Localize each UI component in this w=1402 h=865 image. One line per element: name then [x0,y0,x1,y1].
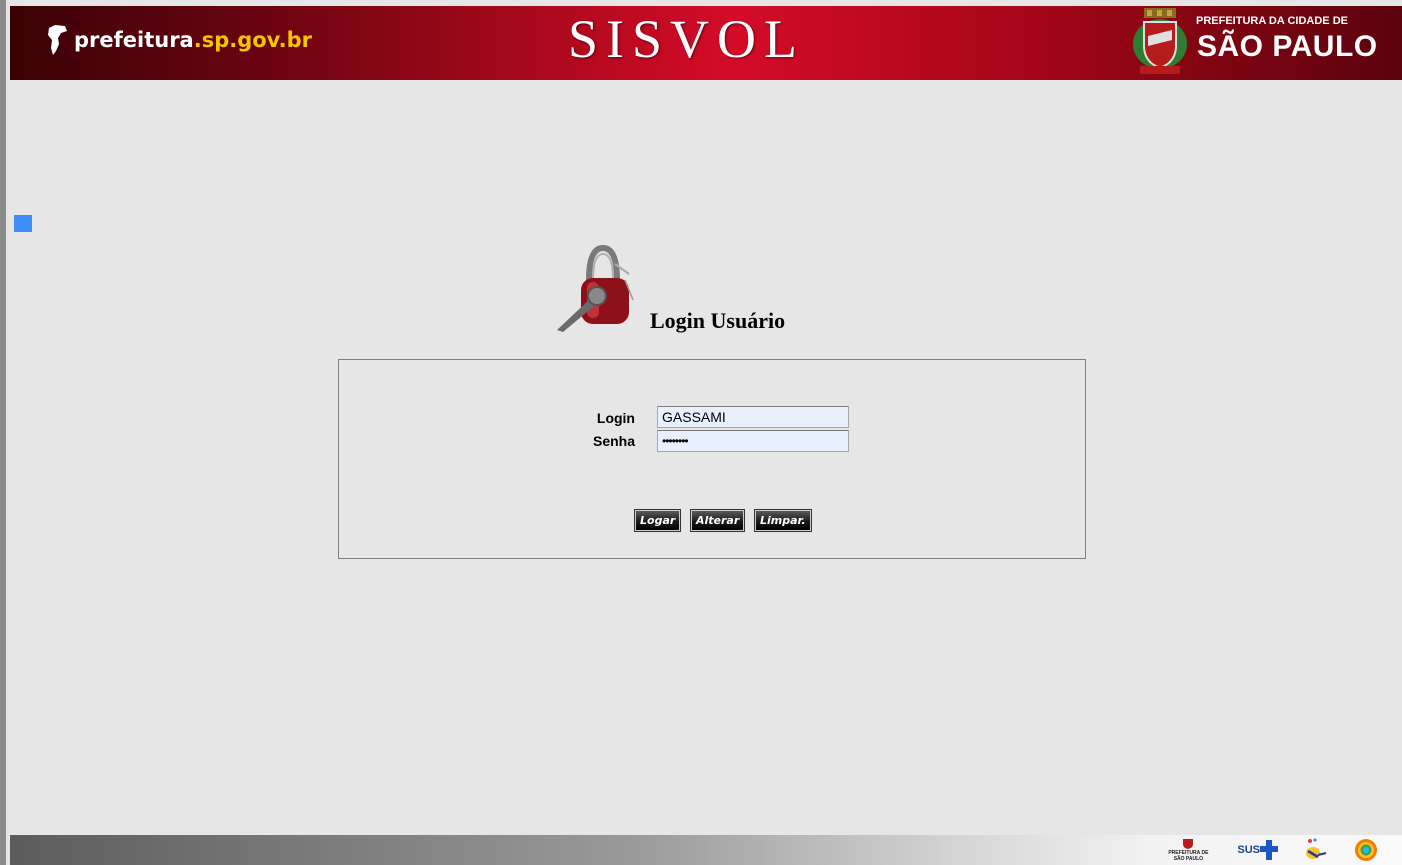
left-border [0,0,6,865]
login-heading: Login Usuário [650,308,786,333]
prefeitura-link[interactable]: prefeitura .sp.gov.br [46,24,312,56]
header-banner: prefeitura .sp.gov.br SISVOL PREFEITURA D… [10,6,1402,80]
footer-bar: PREFEITURA DE SÃO PAULO SUS [10,835,1402,865]
login-button[interactable]: Logar [633,509,682,532]
padlock-key-icon [557,244,634,332]
password-label: Senha [592,433,635,449]
city-label-large: SÃO PAULO [1197,30,1378,63]
brand-domain: .sp.gov.br [193,28,313,52]
hiv-ribbon-icon [1306,838,1327,859]
sus-cross-icon [1260,840,1278,860]
circular-program-icon [1355,839,1377,861]
change-password-button[interactable]: Alterar [689,509,746,532]
login-form: Login Senha Logar Alterar Limpar. [338,359,1086,559]
city-crest-icon [1133,8,1187,74]
clear-button[interactable]: Limpar. [754,509,812,532]
system-title: SISVOL [568,9,806,69]
login-label: Login [596,410,635,426]
sus-logo: SUS [1237,840,1278,860]
crest-small-icon [1183,839,1194,849]
footer-logos: PREFEITURA DE SÃO PAULO SUS [1165,835,1378,865]
brand-prefix: prefeitura [74,28,194,52]
login-input[interactable] [657,406,849,428]
password-input[interactable] [657,430,849,452]
city-label-small: PREFEITURA DA CIDADE DE [1196,15,1348,27]
sao-paulo-map-icon [48,25,67,55]
prefeitura-footer-logo: PREFEITURA DE SÃO PAULO [1165,838,1211,862]
page-marker [14,215,32,232]
